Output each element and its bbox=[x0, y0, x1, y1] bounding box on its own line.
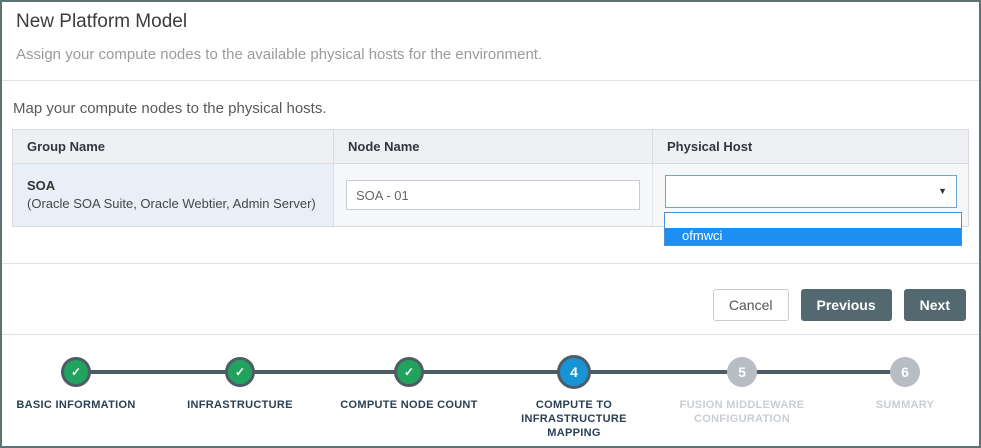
compute-mapping-table: Group Name Node Name Physical Host SOA (… bbox=[12, 129, 969, 227]
node-name-input[interactable] bbox=[346, 180, 640, 210]
dropdown-arrow-icon: ▼ bbox=[938, 187, 947, 196]
next-button[interactable]: Next bbox=[904, 289, 966, 321]
group-detail: (Oracle SOA Suite, Oracle Webtier, Admin… bbox=[27, 195, 319, 213]
step-2-label: INFRASTRUCTURE bbox=[150, 398, 330, 412]
physical-host-cell: ▼ ofmwci bbox=[653, 164, 968, 226]
page-title: New Platform Model bbox=[16, 11, 187, 33]
divider bbox=[2, 263, 979, 264]
step-5-label: FUSION MIDDLEWARE CONFIGURATION bbox=[647, 398, 837, 426]
column-header-group-name: Group Name bbox=[13, 130, 334, 163]
step-2-circle[interactable]: ✓ bbox=[225, 357, 255, 387]
physical-host-options-list: ofmwci bbox=[664, 212, 962, 246]
step-6-circle[interactable]: 6 bbox=[890, 357, 920, 387]
stepper-connector bbox=[76, 370, 905, 374]
step-1-label: BASIC INFORMATION bbox=[0, 398, 166, 412]
action-button-bar: Cancel Previous Next bbox=[713, 289, 966, 321]
step-4-circle[interactable]: 4 bbox=[557, 355, 591, 389]
group-name-cell: SOA (Oracle SOA Suite, Oracle Webtier, A… bbox=[13, 164, 334, 226]
check-icon: ✓ bbox=[404, 365, 414, 379]
option-blank[interactable] bbox=[665, 213, 961, 228]
mapping-instruction: Map your compute nodes to the physical h… bbox=[13, 100, 327, 117]
column-header-node-name: Node Name bbox=[334, 130, 653, 163]
wizard-stepper: ✓ ✓ ✓ 4 5 6 BASIC INFORMATION INFRASTRUC… bbox=[2, 335, 979, 448]
step-5-circle[interactable]: 5 bbox=[727, 357, 757, 387]
node-name-cell bbox=[334, 164, 653, 226]
previous-button[interactable]: Previous bbox=[801, 289, 892, 321]
check-icon: ✓ bbox=[235, 365, 245, 379]
check-icon: ✓ bbox=[71, 365, 81, 379]
step-number: 6 bbox=[901, 364, 909, 380]
table-row: SOA (Oracle SOA Suite, Oracle Webtier, A… bbox=[13, 164, 968, 226]
table-header-row: Group Name Node Name Physical Host bbox=[13, 130, 968, 164]
step-6-label: SUMMARY bbox=[815, 398, 981, 412]
step-3-label: COMPUTE NODE COUNT bbox=[309, 398, 509, 412]
step-1-circle[interactable]: ✓ bbox=[61, 357, 91, 387]
step-number: 4 bbox=[570, 364, 578, 380]
step-number: 5 bbox=[738, 364, 746, 380]
step-3-circle[interactable]: ✓ bbox=[394, 357, 424, 387]
page-subtitle: Assign your compute nodes to the availab… bbox=[16, 46, 542, 63]
step-4-label: COMPUTE TO INFRASTRUCTURE MAPPING bbox=[504, 398, 644, 440]
group-name: SOA bbox=[27, 177, 319, 195]
option-ofmwci[interactable]: ofmwci bbox=[665, 228, 961, 245]
new-platform-model-wizard: New Platform Model Assign your compute n… bbox=[0, 0, 981, 448]
physical-host-select[interactable]: ▼ bbox=[665, 175, 957, 208]
cancel-button[interactable]: Cancel bbox=[713, 289, 789, 321]
column-header-physical-host: Physical Host bbox=[653, 130, 968, 163]
wizard-header: New Platform Model Assign your compute n… bbox=[2, 2, 979, 81]
